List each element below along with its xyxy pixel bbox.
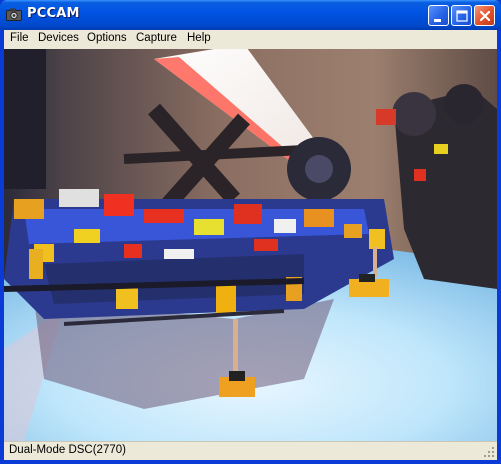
- menu-capture[interactable]: Capture: [135, 32, 178, 44]
- title-bar[interactable]: PCCAM: [0, 0, 501, 30]
- close-icon: [479, 10, 491, 22]
- minimize-button[interactable]: [428, 5, 449, 26]
- window-title: PCCAM: [27, 6, 80, 21]
- app-window: PCCAM File Devices Options Capture Help: [0, 0, 501, 464]
- device-status-text: Dual-Mode DSC(2770): [9, 444, 126, 456]
- close-button[interactable]: [474, 5, 495, 26]
- status-bar: Dual-Mode DSC(2770): [4, 441, 497, 460]
- menu-help[interactable]: Help: [186, 32, 212, 44]
- maximize-button[interactable]: [451, 5, 472, 26]
- menu-bar: File Devices Options Capture Help: [4, 30, 497, 49]
- menu-file[interactable]: File: [9, 32, 30, 44]
- webcam-preview: [4, 49, 497, 441]
- resize-grip-icon[interactable]: [483, 446, 495, 458]
- menu-devices[interactable]: Devices: [37, 32, 80, 44]
- maximize-icon: [456, 10, 468, 22]
- menu-options[interactable]: Options: [86, 32, 128, 44]
- camera-app-icon: [6, 8, 22, 21]
- minimize-icon: [434, 19, 441, 22]
- webcam-image: [4, 49, 497, 441]
